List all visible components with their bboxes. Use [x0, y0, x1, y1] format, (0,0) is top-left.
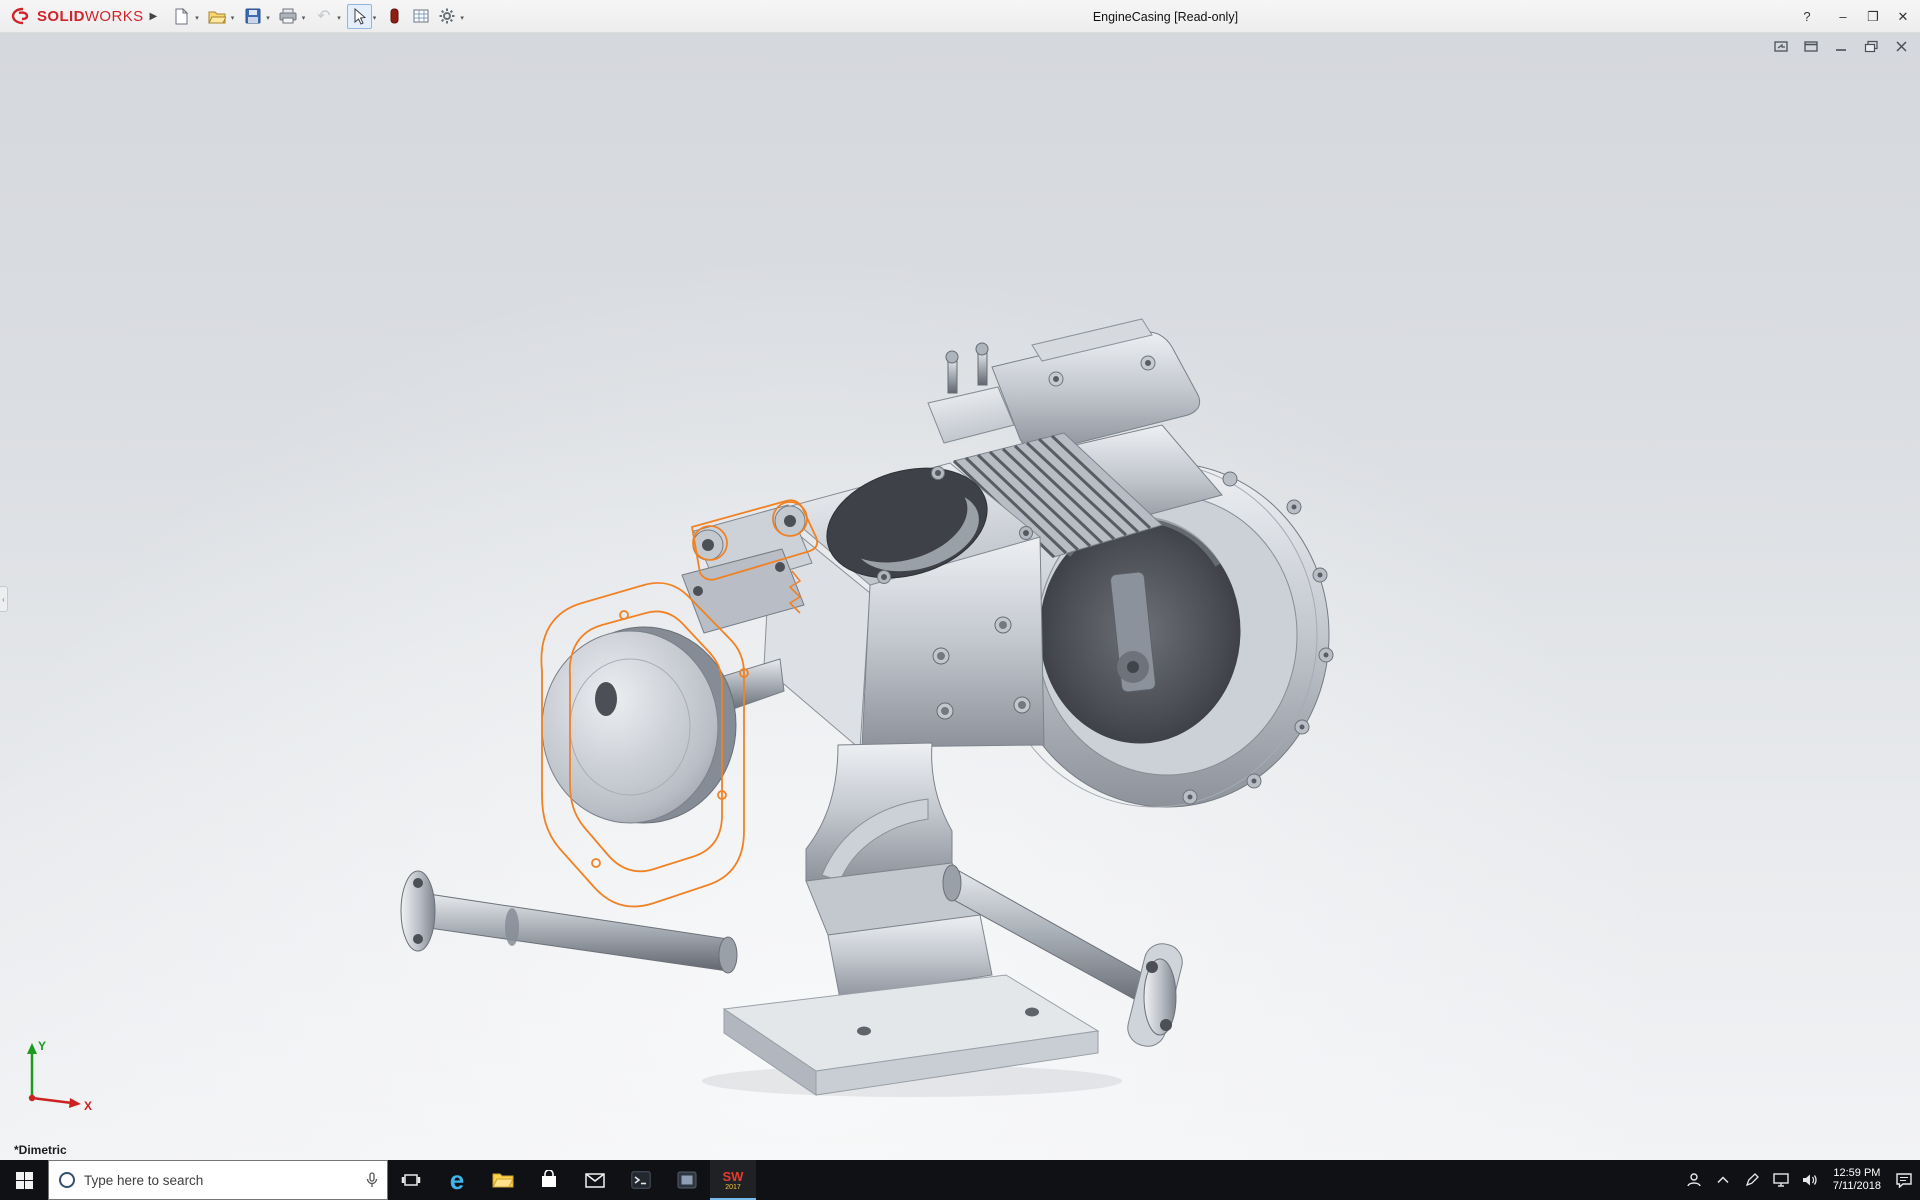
maximize-button[interactable]: ❐ — [1858, 0, 1888, 33]
start-button[interactable] — [0, 1160, 48, 1200]
undo-dropdown-caret[interactable]: ▾ — [337, 14, 341, 22]
ds-logo-icon — [10, 7, 32, 25]
chevron-up-icon — [1717, 1176, 1729, 1184]
person-icon — [1686, 1172, 1702, 1188]
notification-icon — [1896, 1173, 1912, 1188]
options-dropdown-caret[interactable]: ▾ — [460, 14, 464, 22]
engine-casing-model[interactable] — [392, 275, 1352, 1125]
options-button[interactable] — [434, 4, 459, 29]
cortana-icon — [58, 1171, 76, 1189]
pen-settings-button[interactable] — [1738, 1160, 1767, 1200]
network-button[interactable] — [1767, 1160, 1796, 1200]
open-dropdown-caret[interactable]: ▾ — [231, 14, 235, 22]
taskbar-apps: e — [388, 1160, 756, 1200]
app-icon — [677, 1171, 697, 1189]
minimize-button[interactable]: – — [1828, 0, 1858, 33]
save-dropdown-caret[interactable]: ▾ — [266, 14, 270, 22]
store-bag-icon — [540, 1170, 558, 1190]
doc-restore-button[interactable] — [1862, 39, 1880, 54]
network-icon — [1773, 1173, 1789, 1187]
design-table-icon — [413, 9, 429, 23]
triad-y-label: Y — [38, 1039, 46, 1053]
mail-icon — [585, 1173, 605, 1188]
taskbar-search[interactable] — [48, 1160, 388, 1200]
console-icon — [631, 1171, 651, 1189]
folder-icon — [492, 1171, 514, 1189]
solidworks-app-button[interactable]: SW 2017 — [710, 1160, 756, 1200]
origin-triad[interactable]: Y X — [18, 1036, 98, 1116]
window-controls: ? – ❐ ✕ — [1792, 0, 1918, 33]
show-hidden-icons-button[interactable] — [1709, 1160, 1738, 1200]
triad-x-arrow[interactable] — [69, 1098, 81, 1108]
appearance-icon — [390, 8, 400, 24]
triad-y-arrow[interactable] — [27, 1043, 37, 1054]
document-window-controls — [1772, 39, 1910, 54]
select-tool-button[interactable] — [347, 4, 372, 29]
mounting-stand — [702, 743, 1122, 1097]
brand-text: SOLIDWORKS — [37, 8, 144, 25]
undo-button[interactable]: ↶ — [311, 4, 336, 29]
doc-tile-window-button[interactable] — [1772, 39, 1790, 54]
doc-minimize-button[interactable] — [1832, 39, 1850, 54]
solidworks-app-icon: SW 2017 — [723, 1170, 744, 1191]
featuremanager-flyout-tab[interactable]: ‹ — [0, 586, 8, 612]
design-table-button[interactable] — [408, 4, 433, 29]
windows-logo-icon — [16, 1172, 33, 1189]
solidworks-logo: SOLIDWORKS — [0, 7, 144, 25]
print-dropdown-caret[interactable]: ▾ — [302, 14, 306, 22]
clock-time: 12:59 PM — [1833, 1167, 1880, 1180]
task-view-icon — [401, 1170, 421, 1190]
graphics-viewport[interactable]: Y X *Dimetric ‹ — [0, 33, 1920, 1160]
clock-date: 7/11/2018 — [1833, 1180, 1881, 1193]
document-title: EngineCasing [Read-only] — [1093, 0, 1238, 33]
triad-origin-dot — [29, 1095, 35, 1101]
pen-icon — [1745, 1173, 1759, 1187]
gear-icon — [439, 8, 455, 24]
help-button[interactable]: ? — [1792, 0, 1822, 33]
volume-icon — [1802, 1173, 1818, 1187]
appearance-button[interactable] — [382, 4, 407, 29]
select-dropdown-caret[interactable]: ▾ — [373, 14, 377, 22]
action-center-button[interactable] — [1889, 1160, 1918, 1200]
save-button[interactable] — [240, 4, 265, 29]
console-button[interactable] — [618, 1160, 664, 1200]
system-tray: 12:59 PM 7/11/2018 — [1680, 1160, 1920, 1200]
toolbar-flyout-arrow[interactable]: ▶ — [150, 11, 158, 22]
clutch-cover-assembly — [542, 505, 812, 823]
taskbar-clock[interactable]: 12:59 PM 7/11/2018 — [1825, 1160, 1889, 1200]
mail-button[interactable] — [572, 1160, 618, 1200]
volume-button[interactable] — [1796, 1160, 1825, 1200]
print-button[interactable] — [276, 4, 301, 29]
undo-icon: ↶ — [317, 6, 330, 26]
new-document-button[interactable] — [169, 4, 194, 29]
close-button[interactable]: ✕ — [1888, 0, 1918, 33]
task-view-button[interactable] — [388, 1160, 434, 1200]
microphone-icon[interactable] — [366, 1172, 378, 1188]
quick-toolbar: ▾ ▾ ▾ ▾ ↶ ▾ ▾ — [169, 4, 469, 29]
edge-button[interactable]: e — [434, 1160, 480, 1200]
doc-window-button[interactable] — [1802, 39, 1820, 54]
edge-icon: e — [450, 1167, 464, 1193]
store-button[interactable] — [526, 1160, 572, 1200]
search-input[interactable] — [84, 1173, 358, 1188]
taskbar: e — [0, 1160, 1920, 1200]
app-button[interactable] — [664, 1160, 710, 1200]
doc-close-button[interactable] — [1892, 39, 1910, 54]
titlebar: SOLIDWORKS ▶ ▾ ▾ ▾ ▾ ↶ ▾ ▾ — [0, 0, 1920, 33]
select-arrow-icon — [352, 8, 366, 25]
people-button[interactable] — [1680, 1160, 1709, 1200]
file-explorer-button[interactable] — [480, 1160, 526, 1200]
open-button[interactable] — [205, 4, 230, 29]
view-orientation-label: *Dimetric — [14, 1143, 67, 1157]
triad-x-label: X — [84, 1099, 92, 1113]
new-dropdown-caret[interactable]: ▾ — [195, 14, 199, 22]
